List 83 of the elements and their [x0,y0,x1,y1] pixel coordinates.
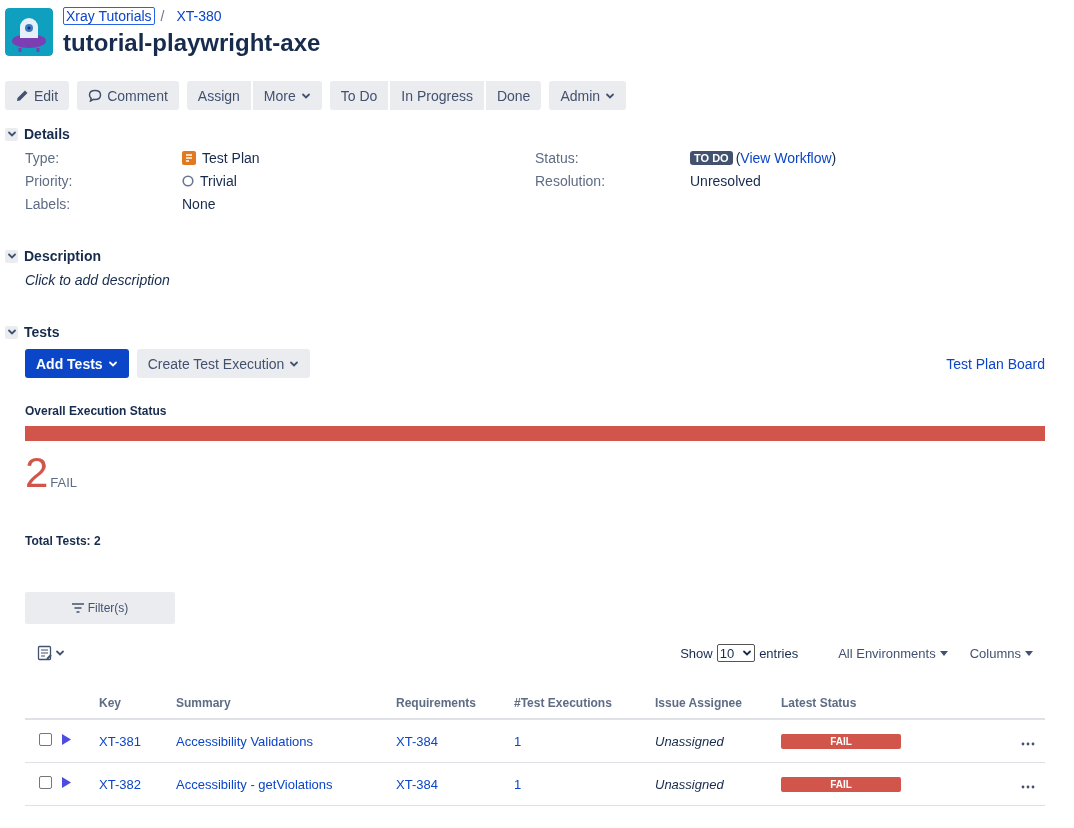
requirement-link[interactable]: XT-384 [396,776,438,792]
section-heading: Details [24,126,70,142]
test-summary-link[interactable]: Accessibility - getViolations [176,776,333,792]
toolbar-button[interactable]: Comment [77,81,179,110]
fail-count: 2 [25,452,49,494]
test-summary-link[interactable]: Accessibility Validations [176,733,314,749]
test-type-icon [61,777,71,788]
assignee-cell: Unassigned [655,776,724,792]
status-lozenge: TO DO [690,151,733,165]
caret-icon [55,648,65,658]
section-label: Overall Execution Status [25,404,168,418]
chevron-icon[interactable] [5,325,18,339]
description-placeholder[interactable]: Click to add description [25,272,1045,288]
entries-label: entries [759,645,799,661]
field-value: Trivial [200,173,237,189]
column-header[interactable]: Issue Assignee [655,696,742,710]
breadcrumb-separator: / [160,8,165,24]
column-header[interactable]: Key [99,696,121,710]
filter-icon [71,603,84,613]
toolbar-button[interactable]: Done [485,81,542,110]
status-lozenge: FAIL [781,777,901,792]
column-header[interactable]: Summary [176,696,231,710]
speech-bubble-icon [88,89,103,102]
filter-button[interactable]: Filter(s) [25,592,175,624]
columns-dropdown[interactable]: Columns [969,645,1033,661]
status-lozenge: FAIL [781,734,901,749]
section-heading: Description [24,248,101,264]
caret-icon [6,327,17,337]
chevron-icon[interactable] [5,249,18,263]
column-header[interactable]: #Test Executions [514,696,612,710]
view-workflow-link[interactable]: View Workflow [740,150,832,166]
field-value: Test Plan [202,150,260,166]
toolbar-button[interactable]: Edit [5,81,70,110]
paren: ) [831,150,837,166]
toolbar-button[interactable]: To Do [329,81,389,110]
caret-icon [6,251,17,261]
project-link[interactable]: Xray Tutorials [63,7,155,25]
count-status: FAIL [50,475,78,490]
caret-icon [6,129,17,139]
column-header[interactable]: Requirements [396,696,477,710]
caret-icon [1025,650,1033,656]
environments-dropdown[interactable]: All Environments [838,645,948,661]
field-label: Type: [25,150,61,166]
caret-icon [939,650,948,656]
toolbar-button[interactable]: More [252,81,322,110]
field-label: Resolution: [535,173,607,189]
document-icon [182,151,196,165]
more-actions-icon[interactable] [1021,741,1035,746]
show-label: Show [680,645,713,661]
requirement-link[interactable]: XT-384 [396,733,438,749]
field-value: Unresolved [690,173,762,189]
executions-link[interactable]: 1 [514,776,522,792]
test-key-link[interactable]: XT-382 [99,776,141,792]
column-header[interactable]: Latest Status [781,696,857,710]
row-checkbox[interactable] [39,776,52,789]
test-plan-board-link[interactable]: Test Plan Board [946,355,1045,372]
assignee-cell: Unassigned [655,733,724,749]
field-label: Labels: [25,196,72,212]
row-checkbox[interactable] [39,733,52,746]
circle-icon [182,175,194,187]
project-avatar-icon [5,8,53,56]
caret-icon [742,648,753,658]
chevron-icon[interactable] [5,127,18,141]
add-tests-button[interactable]: Add Tests [25,349,129,378]
total-tests: Total Tests: 2 [25,534,102,548]
field-label: Status: [535,150,580,166]
issue-title: tutorial-playwright-axe [63,29,321,57]
toolbar-button[interactable]: Assign [186,81,251,110]
issue-key-link[interactable]: XT-380 [176,8,222,24]
section-heading: Tests [24,324,60,340]
pencil-icon [16,89,29,102]
toolbar-button[interactable]: In Progress [390,81,484,110]
field-value: None [182,196,217,212]
page-size-select[interactable]: 10 [716,644,756,662]
executions-link[interactable]: 1 [514,733,522,749]
more-actions-icon[interactable] [1021,784,1035,789]
field-label: Priority: [25,173,74,189]
paren: ( [735,150,741,166]
test-key-link[interactable]: XT-381 [99,733,141,749]
list-edit-icon[interactable] [37,645,65,661]
toolbar-button[interactable]: Admin [549,81,627,110]
test-type-icon [61,734,71,745]
create-test-execution-button[interactable]: Create Test Execution [136,349,311,378]
